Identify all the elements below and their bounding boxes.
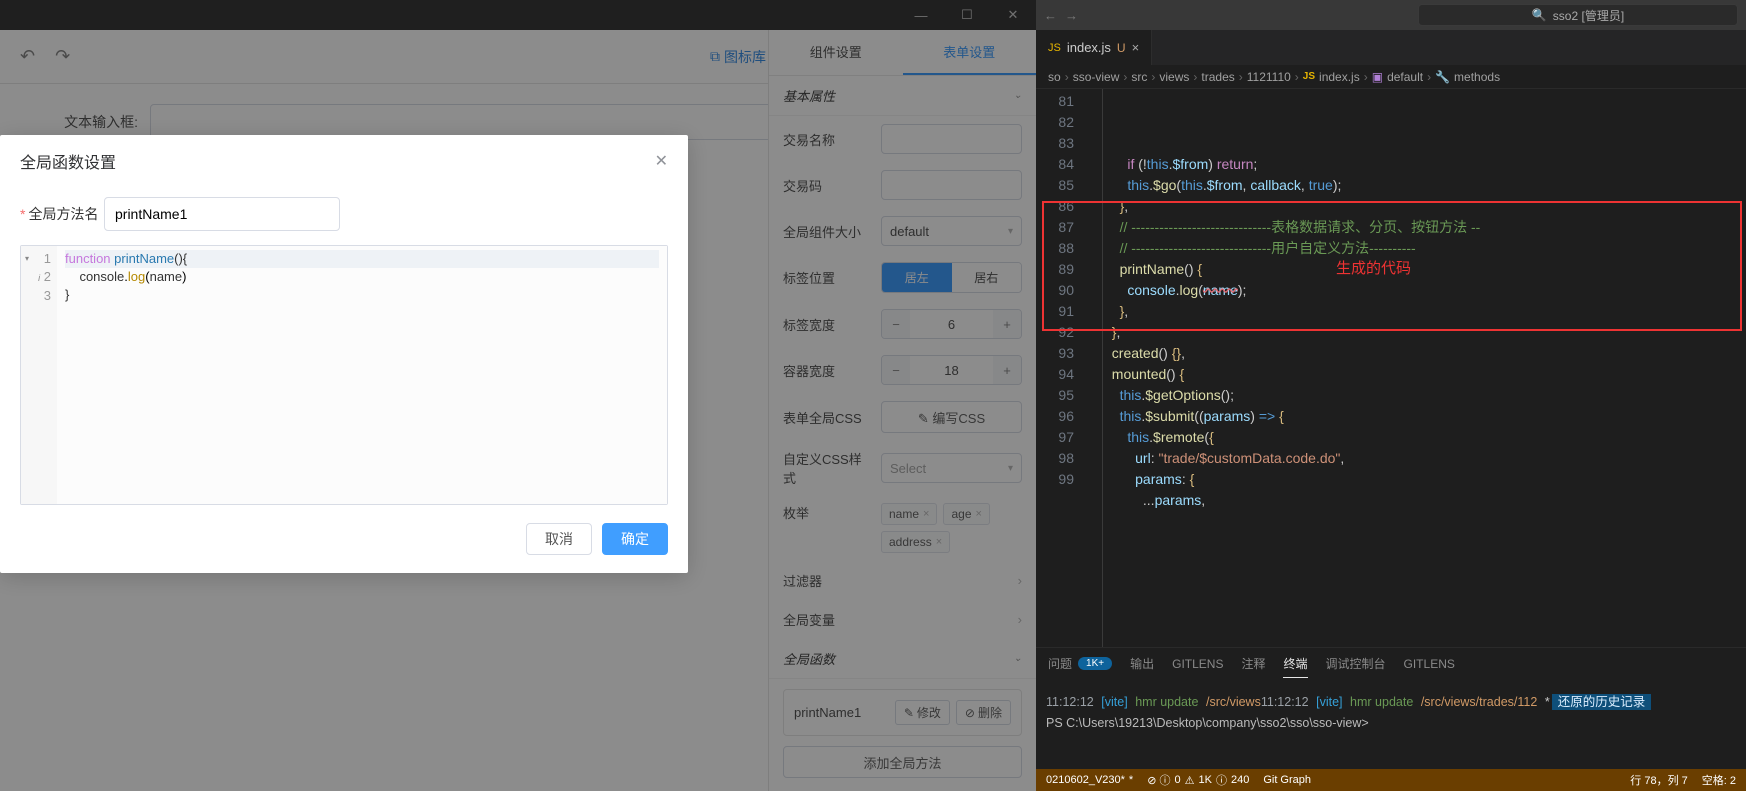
command-center[interactable]: 🔍 sso2 [管理员] — [1418, 4, 1738, 26]
terminal-prompt: PS C:\Users\19213\Desktop\company\sso2\s… — [1046, 716, 1736, 730]
panel-tab-output[interactable]: 输出 — [1130, 650, 1154, 677]
problems-badge: 1K+ — [1078, 657, 1112, 670]
restore-history-link[interactable]: 还原的历史记录 — [1552, 694, 1652, 710]
line-gutter: 81828384858687888990919293949596979899 — [1036, 89, 1082, 647]
modal-title: 全局函数设置 — [20, 149, 116, 173]
panel-tab-terminal[interactable]: 终端 — [1283, 650, 1307, 678]
breadcrumb-methods[interactable]: 🔧 methods — [1435, 70, 1500, 84]
code-editor[interactable]: 1i 23 function printName(){ console.log(… — [20, 245, 668, 505]
status-spaces[interactable]: 空格: 2 — [1702, 772, 1736, 788]
input-method-name[interactable] — [104, 197, 340, 231]
breadcrumbs[interactable]: so›sso-view›src›views›trades›1121110›JS … — [1036, 65, 1746, 89]
status-cursor-pos[interactable]: 行 78，列 7 — [1630, 772, 1687, 788]
global-function-modal: 全局函数设置 ✕ *全局方法名 1i 23 function printName… — [0, 135, 688, 573]
panel-tabs: 问题 1K+ 输出 GITLENS 注释 终端 调试控制台 GITLENS — [1036, 647, 1746, 679]
workspace-title: sso2 [管理员] — [1553, 7, 1624, 24]
vscode-titlebar: ← → 🔍 sso2 [管理员] — [1036, 0, 1746, 30]
breadcrumb-src[interactable]: src — [1131, 70, 1147, 84]
panel-tab-comment[interactable]: 注释 — [1241, 650, 1265, 677]
label-method-name: 全局方法名 — [28, 206, 98, 222]
nav-forward-icon[interactable]: → — [1065, 8, 1078, 23]
code-body[interactable]: function printName(){ console.log(name) … — [57, 246, 667, 504]
breadcrumb-sso-view[interactable]: sso-view — [1073, 70, 1120, 84]
editor-tabs: JS index.js U × — [1036, 30, 1746, 65]
code-gutter: 1i 23 — [21, 246, 57, 504]
breadcrumb-views[interactable]: views — [1159, 70, 1189, 84]
confirm-button[interactable]: 确定 — [602, 523, 668, 555]
cancel-button[interactable]: 取消 — [526, 523, 592, 555]
code-editor-main[interactable]: 81828384858687888990919293949596979899 i… — [1036, 89, 1746, 647]
breadcrumb-so[interactable]: so — [1048, 70, 1061, 84]
breadcrumb-trades[interactable]: trades — [1201, 70, 1234, 84]
panel-tab-problems[interactable]: 问题 1K+ — [1048, 650, 1112, 677]
breadcrumb-index.js[interactable]: JS index.js — [1303, 70, 1360, 84]
panel-tab-gitlens[interactable]: GITLENS — [1172, 652, 1223, 676]
terminal-panel[interactable]: 11:12:12 [vite] hmr update /src/views11:… — [1036, 679, 1746, 769]
breadcrumb-1121110[interactable]: 1121110 — [1247, 70, 1291, 84]
tab-filename: index.js — [1067, 40, 1111, 55]
panel-tab-debug[interactable]: 调试控制台 — [1326, 650, 1386, 677]
close-icon[interactable]: × — [1132, 40, 1140, 55]
status-errors[interactable]: ⊘ ⓘ 0 ⚠ 1K ⓘ 240 — [1147, 772, 1249, 788]
vscode-app: ← → 🔍 sso2 [管理员] JS index.js U × so›sso-… — [1036, 0, 1746, 791]
nav-back-icon[interactable]: ← — [1044, 8, 1057, 23]
breadcrumb-default[interactable]: ▣ default — [1372, 70, 1423, 84]
code-content[interactable]: if (!this.$from) return; this.$go(this.$… — [1082, 89, 1746, 647]
js-file-icon: JS — [1048, 42, 1061, 54]
tab-modified-badge: U — [1117, 41, 1126, 55]
form-builder-app: — ☐ ✕ ↶ ↷ ⧉图标库🗑清空◉预览保存查看结构 文本输入框: 组件设置 表… — [0, 0, 1036, 791]
status-gitgraph[interactable]: Git Graph — [1263, 774, 1311, 786]
close-icon[interactable]: ✕ — [655, 151, 668, 171]
editor-tab-indexjs[interactable]: JS index.js U × — [1036, 30, 1152, 65]
search-icon: 🔍 — [1532, 8, 1547, 22]
status-branch[interactable]: 0210602_V230* — [1046, 774, 1133, 786]
panel-tab-gitlens2[interactable]: GITLENS — [1404, 652, 1455, 676]
statusbar: 0210602_V230* ⊘ ⓘ 0 ⚠ 1K ⓘ 240 Git Graph… — [1036, 769, 1746, 791]
